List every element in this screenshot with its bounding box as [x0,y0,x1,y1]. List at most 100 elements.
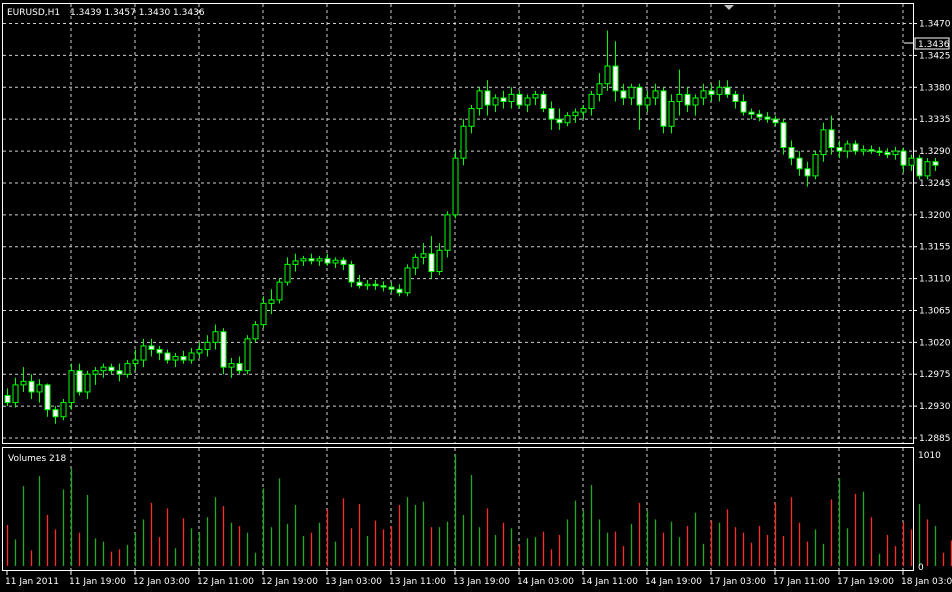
price-tick-label: 1.2930 [919,402,951,412]
candle-body-bear [836,147,843,152]
price-tick-label: 1.3380 [919,83,951,93]
candle-body-bear [828,129,835,149]
candle-body-bull [604,65,611,85]
candle-body-bull [420,253,427,258]
price-tick-label: 1.3335 [919,115,951,125]
chart-background [0,0,952,592]
candle-body-bear [764,116,771,120]
candle-body-bear [116,370,123,375]
candle-body-bear [548,108,555,120]
candle-body-bull [700,90,707,99]
candle-body-bull [716,86,723,95]
candle-body-bull [364,283,371,287]
candle-body-bull [404,267,411,294]
candle [404,264,411,297]
candle-body-bear [612,65,619,92]
candle-body-bull [452,157,459,216]
candle-body-bull [476,90,483,110]
candle [276,278,283,304]
candle-body-bear [796,157,803,170]
candle-body-bear [932,161,939,166]
candle [444,211,451,258]
time-tick-label: 14 Jan 11:00 [581,577,638,587]
candle-body-bear [44,384,51,411]
volume-tick-label: 1010 [918,451,941,461]
candle-body-bull [860,149,867,152]
ohlc-readout: 1.3439 1.3457 1.3430 1.3436 [70,8,205,18]
price-tick-label: 1.3020 [919,338,951,348]
candle-body-bull [140,345,147,361]
candle-body-bull [300,258,307,262]
candle-body-bear [484,90,491,106]
volume-tick-label: 0 [918,563,924,573]
candle-body-bull [572,111,579,117]
candle-body-bear [180,356,187,361]
price-tick-label: 1.3200 [919,211,951,221]
candle-body-bear [660,90,667,127]
candle [540,90,547,113]
candle-body-bull [532,93,539,99]
candle-body-bull [908,157,915,166]
candle-body-bull [812,154,819,177]
price-tick-label: 1.3110 [919,275,951,285]
candle-body-bear [220,331,227,368]
time-tick-label: 13 Jan 03:00 [325,577,382,587]
candle [60,399,67,421]
candle-body-bull [84,373,91,393]
candle [916,154,923,180]
price-tick-label: 1.3290 [919,147,951,157]
candle-body-bear [884,151,891,156]
time-tick-label: 12 Jan 19:00 [261,577,318,587]
candle-body-bear [76,370,83,393]
price-tick-label: 1.2975 [919,370,951,380]
candle-body-bear [788,147,795,159]
candle-body-bear [428,253,435,273]
candle-body-bear [876,150,883,153]
candle-body-bear [500,97,507,102]
time-tick-label: 14 Jan 03:00 [517,577,574,587]
candle-body-bull [172,356,179,361]
candle-body-bear [372,283,379,287]
time-tick-label: 13 Jan 11:00 [389,577,446,587]
candle-body-bull [92,370,99,375]
candle-body-bull [844,143,851,152]
price-tick-label: 1.3155 [919,243,951,253]
candle-body-bear [156,348,163,354]
mt4-chart[interactable]: 1.3470 1.3425 1.3380 1.3335 1.3290 1.3245 1.32… [0,0,952,592]
candle-body-bear [900,150,907,166]
candle [660,87,667,134]
candle-body-bear [108,366,115,372]
candle-body-bull [412,256,419,269]
candle-body-bull [588,93,595,110]
candle-body-bear [516,93,523,106]
candle [68,363,75,410]
candle-body-bull [12,384,19,404]
candle-body-bear [916,157,923,177]
candle-body-bear [756,113,763,118]
candle [460,119,467,166]
candle-body-bull [260,302,267,326]
price-tick-label: 1.2885 [919,434,951,444]
candle-body-bull [276,281,283,301]
candle-body-bear [236,363,243,372]
price-tick-label: 1.3470 [919,20,951,30]
candle-body-bull [692,97,699,106]
symbol-timeframe-label: EURUSD,H1 [7,8,60,18]
candle-body-bull [460,125,467,159]
time-tick-label: 11 Jan 2011 [5,577,59,587]
candle-body-bull [524,97,531,106]
candle-body-bull [820,129,827,156]
candle-body-bear [52,409,59,418]
candle-body-bull [644,97,651,106]
price-tick-label: 1.3065 [919,306,951,316]
candle-body-bear [324,258,331,264]
candle-body-bull [124,363,131,375]
candle-body-bear [740,100,747,113]
candle-body-bear [308,258,315,262]
candle-body-bull [268,299,275,304]
candle-body-bear [732,93,739,102]
candle-body-bear [724,86,731,95]
candle-body-bear [4,394,11,404]
candle-body-bull [228,363,235,368]
candle-body-bull [132,359,139,365]
